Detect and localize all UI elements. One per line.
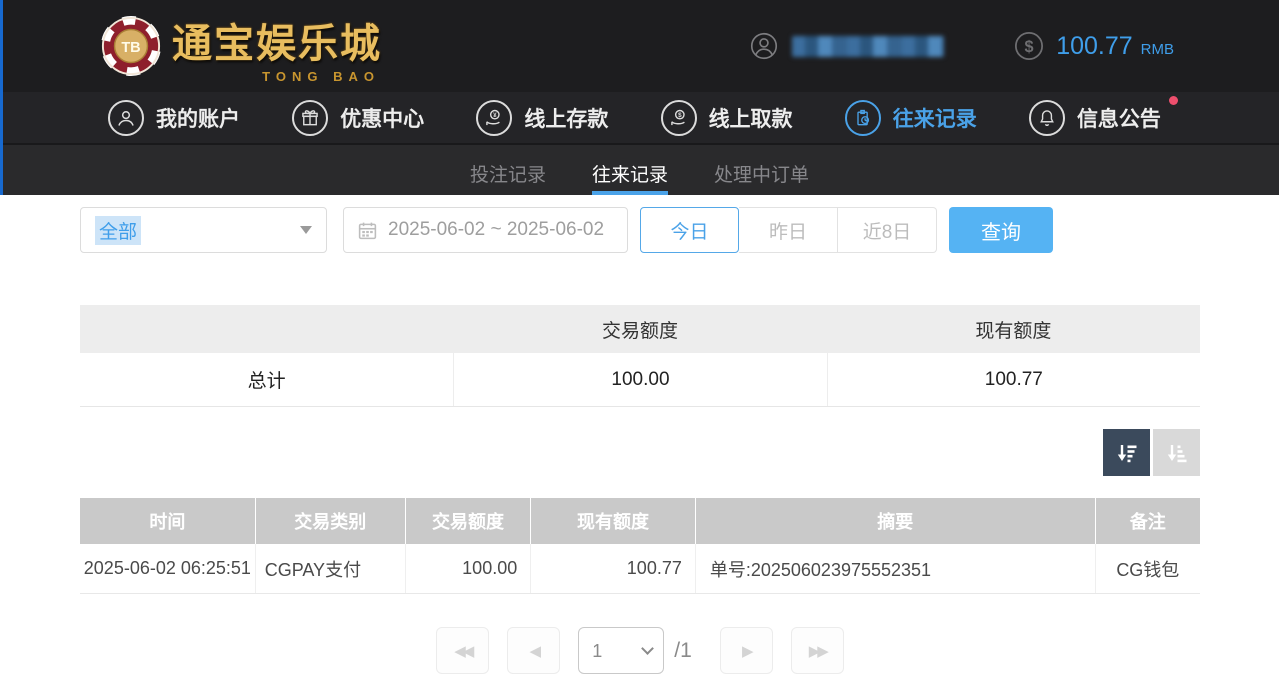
col-header-balance: 现有额度 bbox=[530, 498, 695, 544]
deposit-icon: ¥ bbox=[476, 100, 512, 136]
balance-amount: 100.77 bbox=[1056, 32, 1132, 61]
summary-total-balance: 100.77 bbox=[827, 353, 1200, 406]
nav-label: 往来记录 bbox=[893, 103, 977, 133]
col-header-amount: 交易额度 bbox=[405, 498, 530, 544]
yesterday-button[interactable]: 昨日 bbox=[739, 207, 838, 253]
today-button[interactable]: 今日 bbox=[640, 207, 739, 253]
col-header-remark: 备注 bbox=[1095, 498, 1200, 544]
site-logo[interactable]: TB 通宝娱乐城 TONG BAO bbox=[100, 11, 382, 81]
nav-label: 我的账户 bbox=[156, 103, 240, 133]
casino-chip-icon: TB bbox=[100, 15, 162, 77]
svg-text:$: $ bbox=[678, 112, 682, 119]
account-icon bbox=[108, 100, 144, 136]
date-range-value: 2025-06-02 ~ 2025-06-02 bbox=[388, 219, 604, 241]
cell-time: 2025-06-02 06:25:51 bbox=[80, 544, 255, 593]
svg-text:TB: TB bbox=[121, 40, 140, 56]
last-page-button[interactable]: ▶▶ bbox=[791, 627, 844, 674]
cell-amount: 100.00 bbox=[405, 544, 530, 593]
records-icon bbox=[845, 100, 881, 136]
nav-label: 线上存款 bbox=[524, 103, 608, 133]
cell-summary: 单号:202506023975552351 bbox=[695, 544, 1095, 593]
logo-text: 通宝娱乐城 TONG BAO bbox=[172, 11, 382, 81]
summary-total-label: 总计 bbox=[80, 353, 453, 406]
col-header-type: 交易类别 bbox=[255, 498, 405, 544]
dropdown-arrow-icon bbox=[300, 226, 312, 234]
summary-header-amount: 交易额度 bbox=[453, 305, 826, 353]
filter-row: 全部 2025-06-02 ~ 2025-06-02 今日 昨日 近8日 查询 bbox=[80, 207, 1200, 253]
tab-transaction-records[interactable]: 往来记录 bbox=[592, 145, 668, 195]
cell-type: CGPAY支付 bbox=[255, 544, 405, 593]
tab-bet-records[interactable]: 投注记录 bbox=[470, 145, 546, 195]
search-button[interactable]: 查询 bbox=[949, 207, 1053, 253]
records-table: 时间 交易类别 交易额度 现有额度 摘要 备注 2025-06-02 06:25… bbox=[80, 498, 1200, 594]
prev-page-icon: ◀ bbox=[529, 642, 538, 660]
balance[interactable]: $ 100.77 RMB bbox=[1014, 31, 1174, 61]
last-page-icon: ▶▶ bbox=[809, 642, 826, 660]
page-select[interactable]: 1 bbox=[578, 627, 664, 674]
cell-remark: CG钱包 bbox=[1095, 544, 1200, 593]
user-info[interactable] bbox=[750, 32, 944, 60]
logo-subtitle: TONG BAO bbox=[262, 69, 380, 84]
date-range-input[interactable]: 2025-06-02 ~ 2025-06-02 bbox=[343, 207, 628, 253]
nav-item-withdraw[interactable]: $ 线上取款 bbox=[661, 100, 793, 136]
sort-desc-button[interactable] bbox=[1103, 429, 1150, 476]
summary-total-row: 总计 100.00 100.77 bbox=[80, 353, 1200, 407]
user-circle-icon bbox=[750, 32, 778, 60]
top-header: TB 通宝娱乐城 TONG BAO $ 100. bbox=[0, 0, 1279, 92]
summary-header-empty bbox=[80, 305, 453, 353]
header-right: $ 100.77 RMB bbox=[750, 31, 1174, 61]
last-8-days-button[interactable]: 近8日 bbox=[838, 207, 937, 253]
dark-header-zone: TB 通宝娱乐城 TONG BAO $ 100. bbox=[0, 0, 1279, 195]
col-header-time: 时间 bbox=[80, 498, 255, 544]
nav-item-announcements[interactable]: 信息公告 bbox=[1029, 100, 1161, 136]
nav-item-records[interactable]: 往来记录 bbox=[845, 100, 977, 136]
balance-currency: RMB bbox=[1141, 35, 1174, 58]
nav-item-promotions[interactable]: 优惠中心 bbox=[292, 100, 424, 136]
type-select[interactable]: 全部 bbox=[80, 207, 327, 253]
table-row: 2025-06-02 06:25:51 CGPAY支付 100.00 100.7… bbox=[80, 544, 1200, 594]
cell-balance: 100.77 bbox=[530, 544, 695, 593]
sort-asc-icon bbox=[1165, 441, 1189, 465]
tab-pending-orders[interactable]: 处理中订单 bbox=[714, 145, 809, 195]
pagination: ◀◀ ◀ 1 /1 ▶ ▶▶ bbox=[80, 627, 1200, 674]
nav-item-account[interactable]: 我的账户 bbox=[108, 100, 240, 136]
sort-desc-icon bbox=[1115, 441, 1139, 465]
svg-text:¥: ¥ bbox=[493, 112, 497, 119]
censored-username bbox=[792, 36, 944, 57]
content: 全部 2025-06-02 ~ 2025-06-02 今日 昨日 近8日 查询 … bbox=[0, 207, 1279, 674]
left-edge-stripe bbox=[0, 0, 3, 195]
page-total-label: /1 bbox=[674, 639, 692, 663]
sort-controls bbox=[80, 429, 1200, 476]
type-select-value: 全部 bbox=[95, 216, 141, 245]
bell-icon bbox=[1029, 100, 1065, 136]
gift-icon bbox=[292, 100, 328, 136]
logo-title: 通宝娱乐城 bbox=[172, 11, 382, 69]
next-page-button[interactable]: ▶ bbox=[720, 627, 773, 674]
summary-header-balance: 现有额度 bbox=[827, 305, 1200, 353]
nav-label: 线上取款 bbox=[709, 103, 793, 133]
first-page-icon: ◀◀ bbox=[454, 642, 471, 660]
summary-table: 交易额度 现有额度 总计 100.00 100.77 bbox=[80, 305, 1200, 407]
sort-asc-button[interactable] bbox=[1153, 429, 1200, 476]
col-header-summary: 摘要 bbox=[695, 498, 1095, 544]
prev-page-button[interactable]: ◀ bbox=[507, 627, 560, 674]
first-page-button[interactable]: ◀◀ bbox=[436, 627, 489, 674]
svg-text:$: $ bbox=[1025, 38, 1034, 56]
sub-nav: 投注记录 往来记录 处理中订单 bbox=[0, 143, 1279, 195]
nav-label: 信息公告 bbox=[1077, 103, 1161, 133]
notification-dot bbox=[1169, 96, 1178, 105]
nav-label: 优惠中心 bbox=[340, 103, 424, 133]
calendar-icon bbox=[357, 220, 378, 241]
nav-item-deposit[interactable]: ¥ 线上存款 bbox=[476, 100, 608, 136]
main-nav: 我的账户 优惠中心 ¥ 线上存款 $ 线上取款 往来记录 bbox=[0, 92, 1279, 143]
withdraw-icon: $ bbox=[661, 100, 697, 136]
quick-date-buttons: 今日 昨日 近8日 bbox=[640, 207, 937, 253]
summary-total-amount: 100.00 bbox=[453, 353, 826, 406]
page-select-wrap: 1 bbox=[578, 627, 664, 674]
dollar-circle-icon: $ bbox=[1014, 31, 1044, 61]
records-header-row: 时间 交易类别 交易额度 现有额度 摘要 备注 bbox=[80, 498, 1200, 544]
summary-header-row: 交易额度 现有额度 bbox=[80, 305, 1200, 353]
next-page-icon: ▶ bbox=[742, 642, 751, 660]
